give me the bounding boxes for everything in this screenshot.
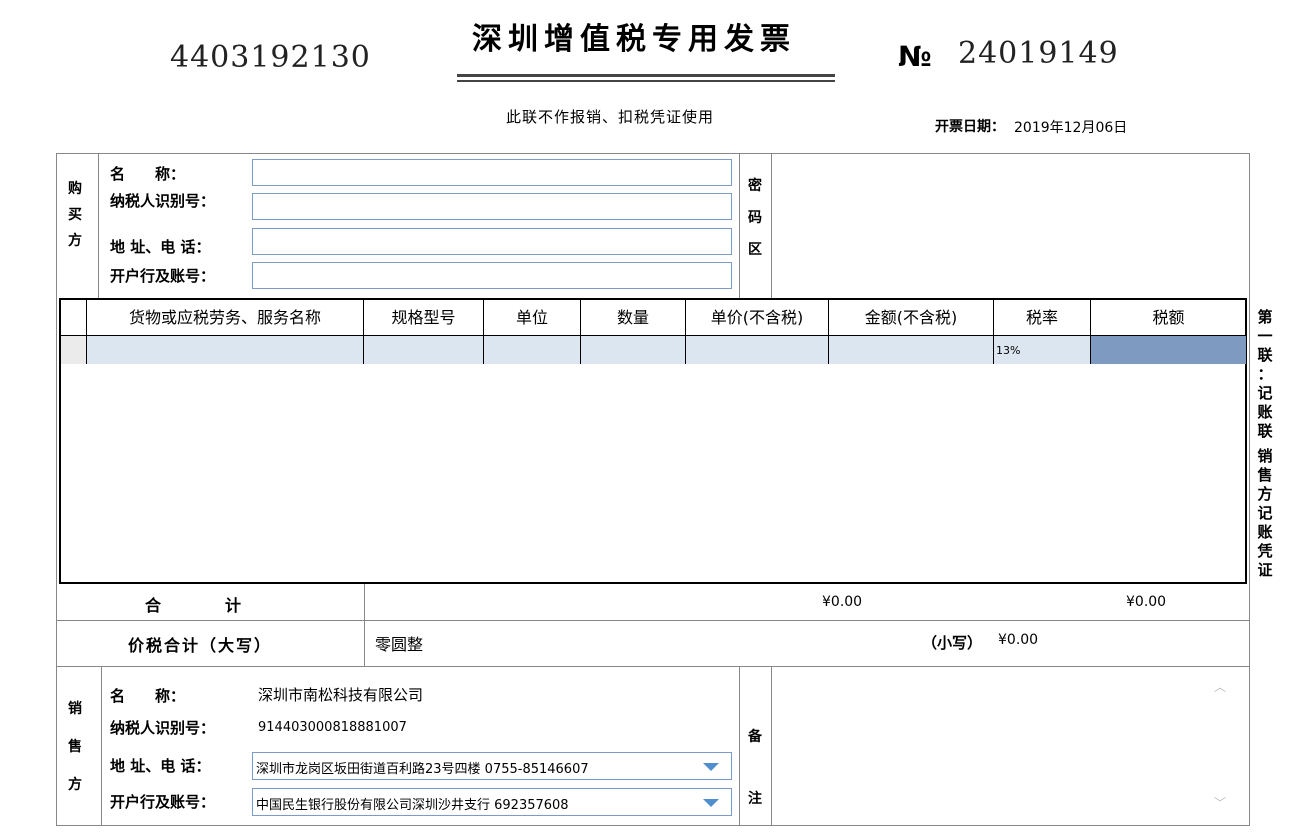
invoice-number-symbol: №: [898, 40, 932, 73]
col-header-price: 单价(不含税): [710, 308, 804, 327]
title-underline: [457, 74, 835, 77]
seller-address-value: 深圳市龙岗区坂田街道百利路23号四楼 0755-85146607: [256, 762, 589, 777]
item-unit-cell[interactable]: [484, 336, 581, 364]
cipher-area: [772, 154, 1249, 297]
col-header-rate: 税率: [1025, 308, 1058, 327]
divider: [364, 584, 365, 621]
date-value: 2019年12月06日: [1014, 120, 1128, 136]
date-label: 开票日期：: [935, 119, 1005, 135]
sum-lower-label: （小写）: [922, 634, 983, 652]
item-name-cell[interactable]: [87, 336, 364, 364]
seller-address-label: 地 址、电 话：: [110, 757, 211, 775]
seller-bank-select[interactable]: 中国民生银行股份有限公司深圳沙井支行 692357608: [252, 788, 732, 816]
total-tax: ¥0.00: [1126, 594, 1167, 610]
side-note: 第 一 联 ： 记 账 联 销 售 方 记 账 凭 证: [1257, 308, 1273, 579]
sum-upper: 零圆整: [375, 635, 424, 654]
invoice-title: 深圳增值税专用发票: [472, 22, 796, 57]
chevron-up-icon[interactable]: ︿: [1213, 678, 1227, 694]
buyer-side-label: 购 买 方: [68, 181, 82, 249]
seller-name-label: 名 称：: [110, 687, 186, 705]
buyer-taxid-input[interactable]: [252, 193, 732, 220]
total-amount: ¥0.00: [822, 594, 863, 610]
remarks-textarea[interactable]: [772, 667, 1248, 825]
sum-label: 价税合计（大写）: [128, 636, 273, 655]
seller-bank-value: 中国民生银行股份有限公司深圳沙井支行 692357608: [256, 798, 569, 813]
buyer-address-label: 地 址、电 话：: [110, 238, 211, 256]
col-header-amount: 金额(不含税): [864, 308, 958, 327]
row-selector[interactable]: [61, 336, 87, 364]
divider: [739, 153, 740, 298]
col-header-qty: 数量: [616, 308, 649, 327]
item-qty-cell[interactable]: [581, 336, 686, 364]
divider: [57, 620, 1250, 621]
chevron-down-icon[interactable]: [703, 799, 719, 807]
item-amount-cell[interactable]: [829, 336, 994, 364]
buyer-name-label: 名 称：: [110, 165, 186, 183]
item-rate-cell[interactable]: 13%: [994, 336, 1091, 364]
item-spec-cell[interactable]: [364, 336, 484, 364]
col-header-unit: 单位: [515, 308, 548, 327]
sum-lower: ¥0.00: [998, 632, 1039, 648]
item-price-cell[interactable]: [686, 336, 829, 364]
total-label: 合 计: [145, 596, 242, 615]
invoice-code: 4403192130: [170, 40, 371, 75]
seller-bank-label: 开户行及账号：: [110, 793, 216, 811]
buyer-taxid-label: 纳税人识别号：: [110, 192, 216, 210]
divider: [98, 153, 99, 298]
invoice-number: 24019149: [958, 36, 1119, 71]
cipher-label: 密 码 区: [748, 178, 762, 258]
seller-taxid-label: 纳税人识别号：: [110, 719, 216, 737]
buyer-bank-input[interactable]: [252, 262, 732, 289]
seller-address-select[interactable]: 深圳市龙岗区坂田街道百利路23号四楼 0755-85146607: [252, 752, 732, 780]
buyer-name-input[interactable]: [252, 159, 732, 186]
item-tax-cell[interactable]: [1091, 336, 1246, 364]
divider: [739, 666, 740, 826]
col-header-name: 货物或应税劳务、服务名称: [128, 308, 321, 327]
invoice-subtitle: 此联不作报销、扣税凭证使用: [506, 108, 715, 126]
seller-side-label: 销 售 方: [68, 701, 82, 793]
buyer-address-input[interactable]: [252, 228, 732, 255]
col-header-spec: 规格型号: [391, 308, 456, 327]
title-underline-2: [457, 80, 835, 82]
chevron-down-icon[interactable]: ﹀: [1213, 794, 1227, 810]
buyer-bank-label: 开户行及账号：: [110, 267, 216, 285]
chevron-down-icon[interactable]: [703, 763, 719, 771]
col-header-tax: 税额: [1152, 308, 1185, 327]
divider: [101, 666, 102, 826]
seller-name-value: 深圳市南松科技有限公司: [258, 686, 424, 704]
seller-taxid-value: 914403000818881007: [258, 720, 407, 735]
divider: [364, 621, 365, 666]
remarks-label: 备 注: [748, 729, 762, 807]
